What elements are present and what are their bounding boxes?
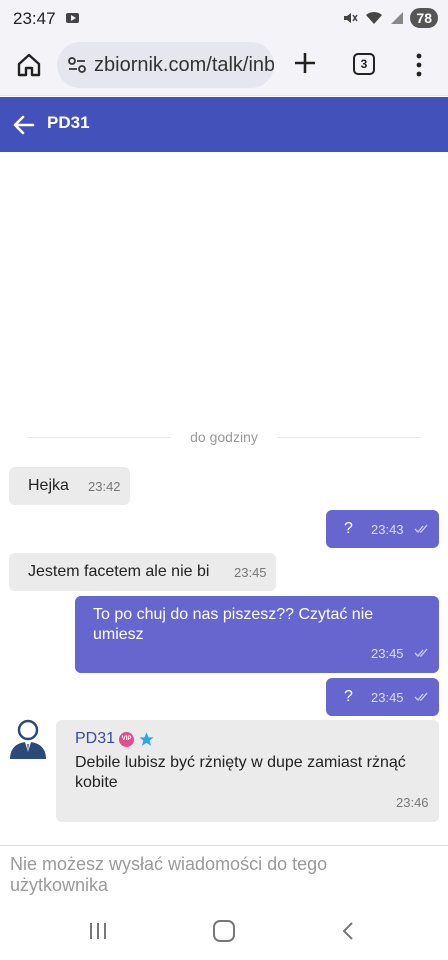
nav-back-icon[interactable] <box>340 921 356 941</box>
message-sender: PD31 VIP <box>75 730 155 748</box>
divider-label: do godziny <box>190 429 258 445</box>
tabs-button[interactable]: 3 <box>353 53 375 75</box>
message-outgoing: To po chuj do nas piszesz?? Czytać nie u… <box>75 596 439 673</box>
message-text: To po chuj do nas piszesz?? Czytać nie u… <box>93 606 374 643</box>
message-outgoing: ? 23:45 <box>326 678 439 716</box>
message-incoming: Jestem facetem ale nie bi 23:45 <box>9 553 276 591</box>
system-navigation-bar <box>0 905 448 960</box>
status-time: 23:47 <box>13 9 56 28</box>
recent-apps-icon[interactable] <box>88 922 108 940</box>
conversation-header: PD31 <box>0 97 448 152</box>
mute-icon <box>344 13 359 23</box>
message-time: 23:46 <box>396 795 429 810</box>
message-time: 23:45 <box>371 690 404 705</box>
message-text: ? <box>344 520 353 537</box>
wifi-icon <box>366 11 383 24</box>
youtube-notification-icon <box>66 13 79 23</box>
menu-icon[interactable] <box>414 52 424 78</box>
footer-divider <box>0 845 448 846</box>
message-text: ? <box>344 688 353 705</box>
vip-badge-icon: VIP <box>119 731 135 747</box>
message-text: Jestem facetem ale nie bi <box>28 563 210 580</box>
read-ticks-icon <box>414 524 428 533</box>
message-time: 23:43 <box>371 522 404 537</box>
status-icons: 78 <box>342 8 438 28</box>
battery-level: 78 <box>410 8 438 28</box>
message-text: Debile lubisz być rżnięty w dupe zamiast… <box>75 754 406 791</box>
browser-toolbar: zbiornik.com/talk/inbox 3 <box>0 38 448 96</box>
site-settings-icon[interactable] <box>67 55 87 75</box>
disabled-message-notice: Nie możesz wysłać wiadomości do tego uży… <box>10 854 328 895</box>
address-bar[interactable]: zbiornik.com/talk/inbox <box>57 42 274 88</box>
message-time: 23:42 <box>88 479 121 494</box>
home-button-icon[interactable] <box>213 920 235 942</box>
message-time: 23:45 <box>234 565 267 580</box>
sender-name[interactable]: PD31 <box>75 730 115 748</box>
message-text: Hejka <box>28 477 69 494</box>
message-outgoing: ? 23:43 <box>326 510 439 548</box>
signal-icon <box>391 12 404 24</box>
url-text: zbiornik.com/talk/inbox <box>94 54 274 76</box>
star-icon <box>139 731 154 746</box>
read-ticks-icon <box>414 648 428 657</box>
conversation-title: PD31 <box>47 113 90 132</box>
home-icon[interactable] <box>16 52 42 78</box>
back-arrow-icon[interactable] <box>11 112 37 138</box>
plus-icon[interactable] <box>292 50 318 76</box>
avatar-icon[interactable] <box>8 717 48 759</box>
read-ticks-icon <box>414 692 428 701</box>
message-incoming: Hejka 23:42 <box>9 467 130 505</box>
status-bar: 23:47 78 <box>0 0 448 38</box>
time-divider: do godziny <box>28 428 420 448</box>
message-time: 23:45 <box>371 646 404 661</box>
